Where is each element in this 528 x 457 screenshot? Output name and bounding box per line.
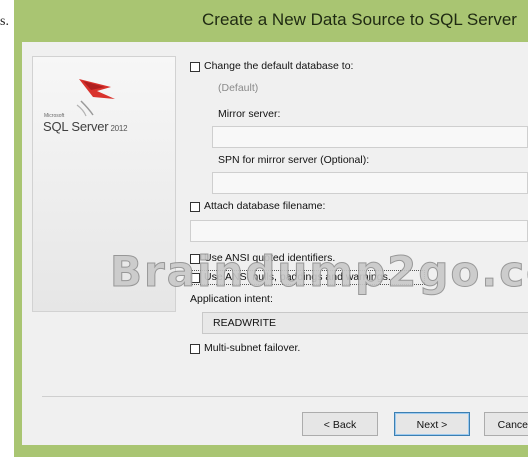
title-bar: Create a New Data Source to SQL Server — [14, 0, 528, 42]
watermark-text: Braindump2go.co — [109, 247, 528, 297]
mirror-server-input[interactable] — [212, 126, 528, 148]
attach-db-checkbox[interactable] — [190, 202, 200, 212]
sql-server-logo-icon — [76, 79, 115, 117]
next-button[interactable]: Next > — [394, 412, 470, 436]
app-intent-select[interactable]: READWRITE — [202, 312, 528, 334]
product-name-text: SQL Server — [43, 119, 109, 134]
dialog-client-area: Microsoft SQL Server 2012 Change the defa… — [22, 42, 528, 445]
multi-subnet-label: Multi-subnet failover. — [204, 342, 301, 354]
mirror-server-label: Mirror server: — [218, 108, 281, 120]
spn-mirror-input[interactable] — [212, 172, 528, 194]
spn-mirror-label: SPN for mirror server (Optional): — [218, 154, 370, 166]
leading-text-fragment: s. — [0, 14, 9, 29]
default-db-select[interactable]: (Default) — [218, 82, 258, 94]
app-intent-value: READWRITE — [213, 317, 276, 329]
product-name: SQL Server 2012 — [43, 119, 128, 134]
change-default-db-checkbox[interactable] — [190, 62, 200, 72]
attach-db-label: Attach database filename: — [204, 200, 326, 212]
footer-divider — [42, 396, 528, 397]
window-title: Create a New Data Source to SQL Server — [202, 10, 517, 29]
change-default-db-label: Change the default database to: — [204, 60, 354, 72]
multi-subnet-checkbox[interactable] — [190, 344, 200, 354]
back-button[interactable]: < Back — [302, 412, 378, 436]
attach-db-input[interactable] — [190, 220, 528, 242]
product-version: 2012 — [110, 124, 128, 133]
cancel-button[interactable]: Cancel — [484, 412, 528, 436]
dialog-window: Create a New Data Source to SQL Server M… — [14, 0, 528, 457]
